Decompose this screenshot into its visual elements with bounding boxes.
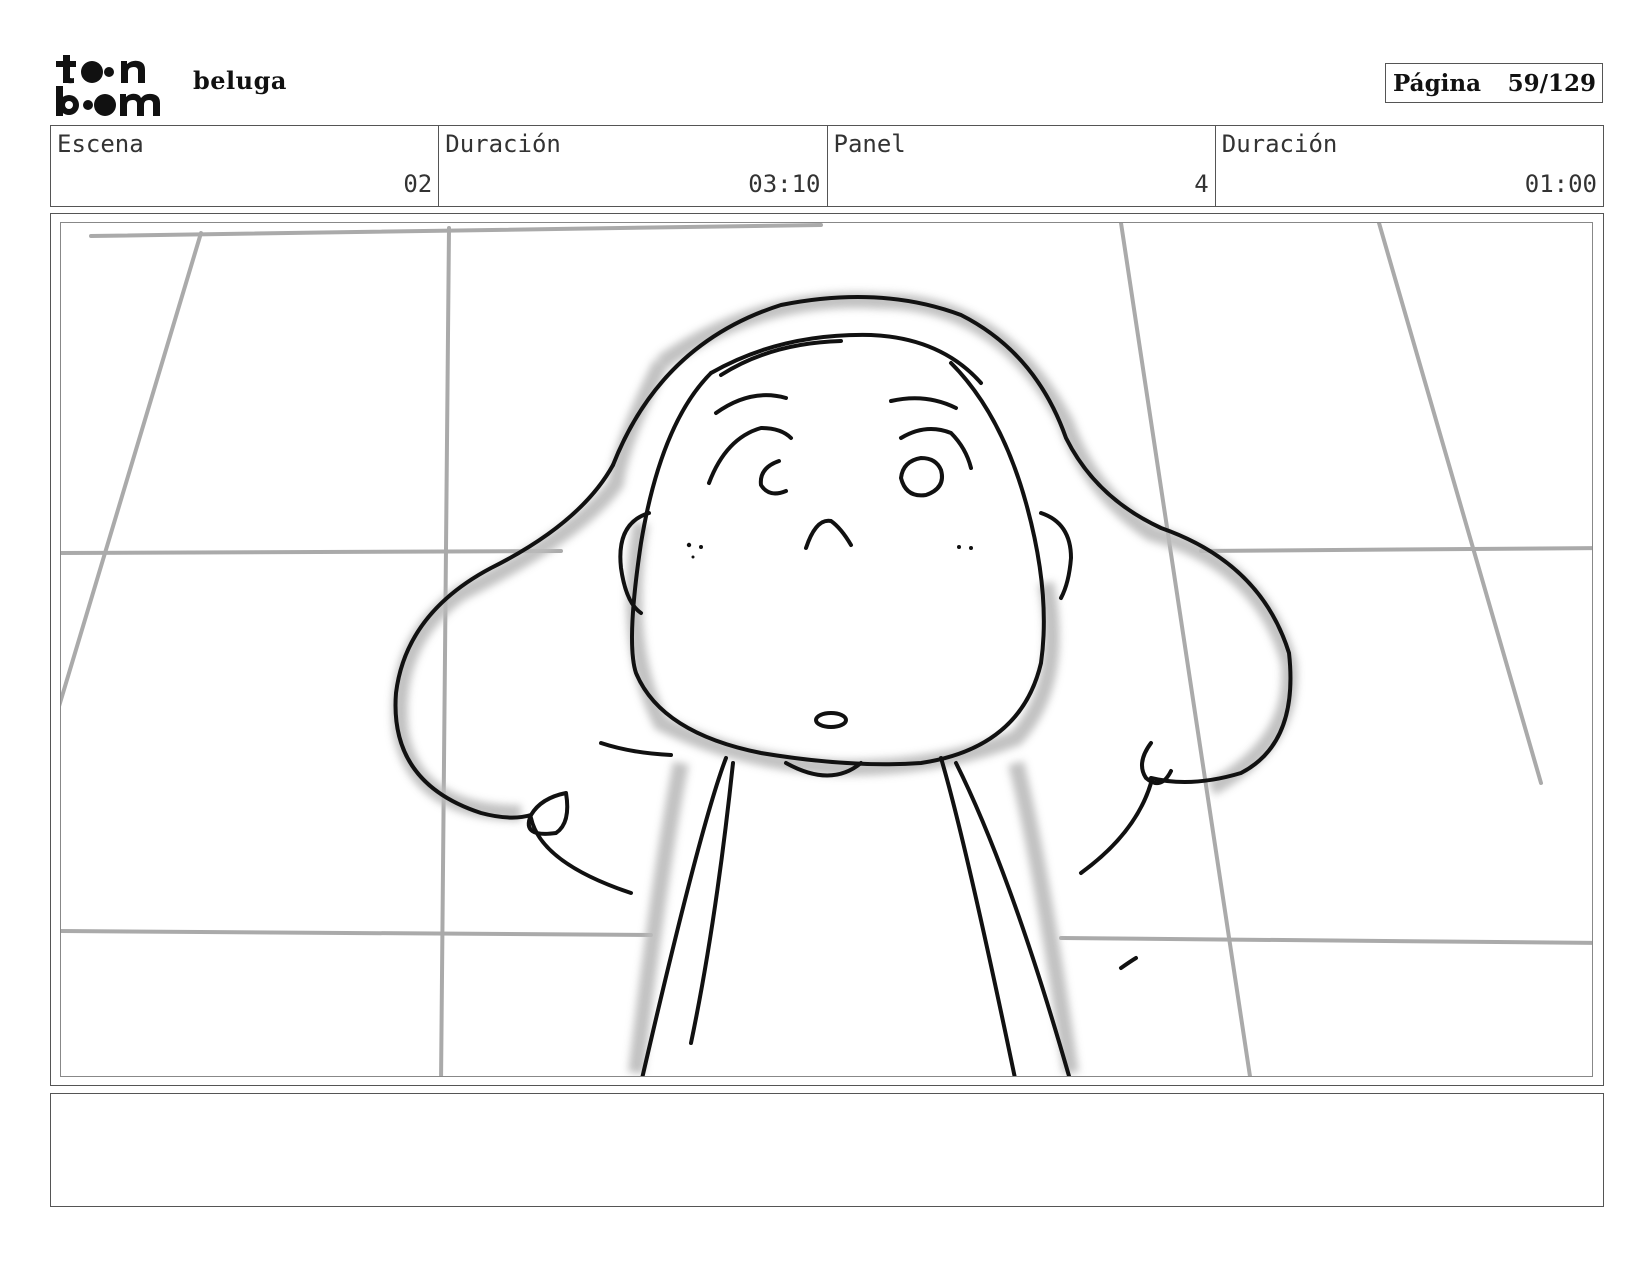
scene-label: Escena [57, 130, 144, 158]
floor-grid [61, 223, 1592, 1076]
scene-value: 02 [403, 170, 433, 198]
freckles [686, 542, 973, 559]
page-indicator: Página 59/129 [1385, 63, 1603, 103]
toon-boom-logo [54, 52, 172, 118]
storyboard-panel-frame [50, 213, 1604, 1086]
panel-duration-value: 01:00 [1524, 170, 1597, 198]
panel-duration-label: Duración [1221, 130, 1338, 158]
sketch-illustration [61, 223, 1592, 1076]
panel-label: Panel [833, 130, 906, 158]
page-label: Página [1393, 69, 1482, 97]
scene-cell: Escena 02 [51, 126, 440, 206]
scene-duration-value: 03:10 [748, 170, 821, 198]
panel-cell: Panel 4 [828, 126, 1216, 206]
info-row: Escena 02 Duración 03:10 Panel 4 Duració… [50, 125, 1604, 207]
shading [391, 292, 1298, 1075]
page-number: 59/129 [1507, 69, 1596, 97]
scene-duration-label: Duración [445, 130, 561, 158]
project-name: beluga [193, 66, 287, 95]
panel-notes [50, 1093, 1604, 1207]
character-outline [393, 295, 1293, 1076]
storyboard-drawing [60, 222, 1593, 1077]
panel-value: 4 [1194, 170, 1209, 198]
panel-duration-cell: Duración 01:00 [1216, 126, 1603, 206]
scene-duration-cell: Duración 03:10 [439, 126, 828, 206]
